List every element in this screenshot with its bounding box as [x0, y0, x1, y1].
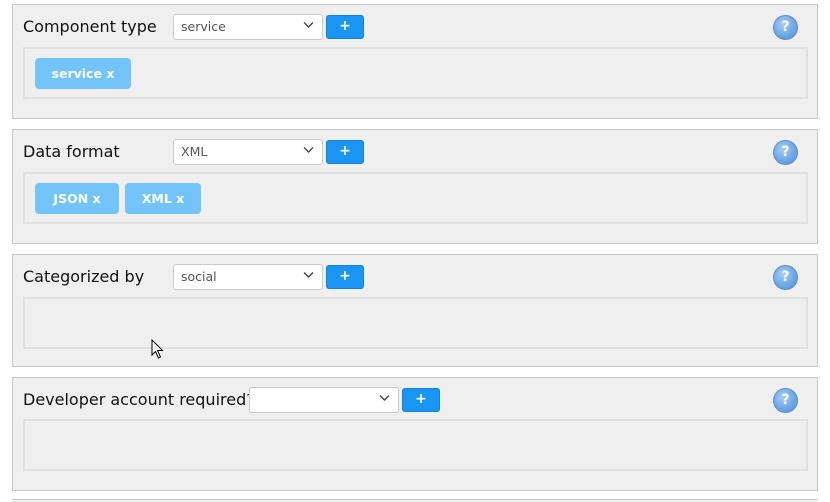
- developer-account-panel: Developer account required? + ?: [12, 377, 818, 491]
- data-format-tag-area: JSON x XML x: [23, 172, 808, 224]
- chevron-down-icon: [379, 395, 390, 401]
- component-type-tag-area: service x: [23, 47, 808, 99]
- data-format-panel: Data format XML + ? JSON x XML x: [12, 129, 818, 244]
- categorized-by-select[interactable]: social: [173, 264, 323, 290]
- component-type-help-icon[interactable]: ?: [773, 15, 798, 40]
- data-format-select-value: XML: [181, 144, 208, 159]
- component-type-label: Component type: [23, 17, 157, 36]
- categorized-by-help-icon[interactable]: ?: [773, 265, 798, 290]
- chevron-down-icon: [303, 147, 314, 153]
- developer-account-select[interactable]: [249, 387, 399, 413]
- data-format-add-button[interactable]: +: [326, 140, 364, 164]
- developer-account-help-icon[interactable]: ?: [773, 388, 798, 413]
- categorized-by-add-button[interactable]: +: [326, 265, 364, 289]
- developer-account-add-button[interactable]: +: [402, 388, 440, 412]
- tag-service-remove[interactable]: service x: [35, 58, 131, 89]
- data-format-label: Data format: [23, 142, 120, 161]
- component-type-select[interactable]: service: [173, 14, 323, 40]
- categorized-by-label: Categorized by: [23, 267, 145, 286]
- chevron-down-icon: [303, 272, 314, 278]
- component-type-panel: Component type service + ? service x: [12, 4, 818, 119]
- categorized-by-select-value: social: [181, 269, 217, 284]
- tag-xml-remove[interactable]: XML x: [125, 183, 201, 214]
- data-format-select[interactable]: XML: [173, 139, 323, 165]
- component-type-add-button[interactable]: +: [326, 15, 364, 39]
- mouse-pointer-icon: [151, 339, 164, 359]
- data-format-help-icon[interactable]: ?: [773, 140, 798, 165]
- developer-account-label: Developer account required?: [23, 390, 255, 409]
- categorized-by-panel: Categorized by social + ?: [12, 254, 818, 367]
- component-type-select-value: service: [181, 19, 226, 34]
- chevron-down-icon: [303, 22, 314, 28]
- tag-json-remove[interactable]: JSON x: [35, 183, 119, 214]
- developer-account-tag-area: [23, 419, 808, 471]
- categorized-by-tag-area: [23, 297, 808, 349]
